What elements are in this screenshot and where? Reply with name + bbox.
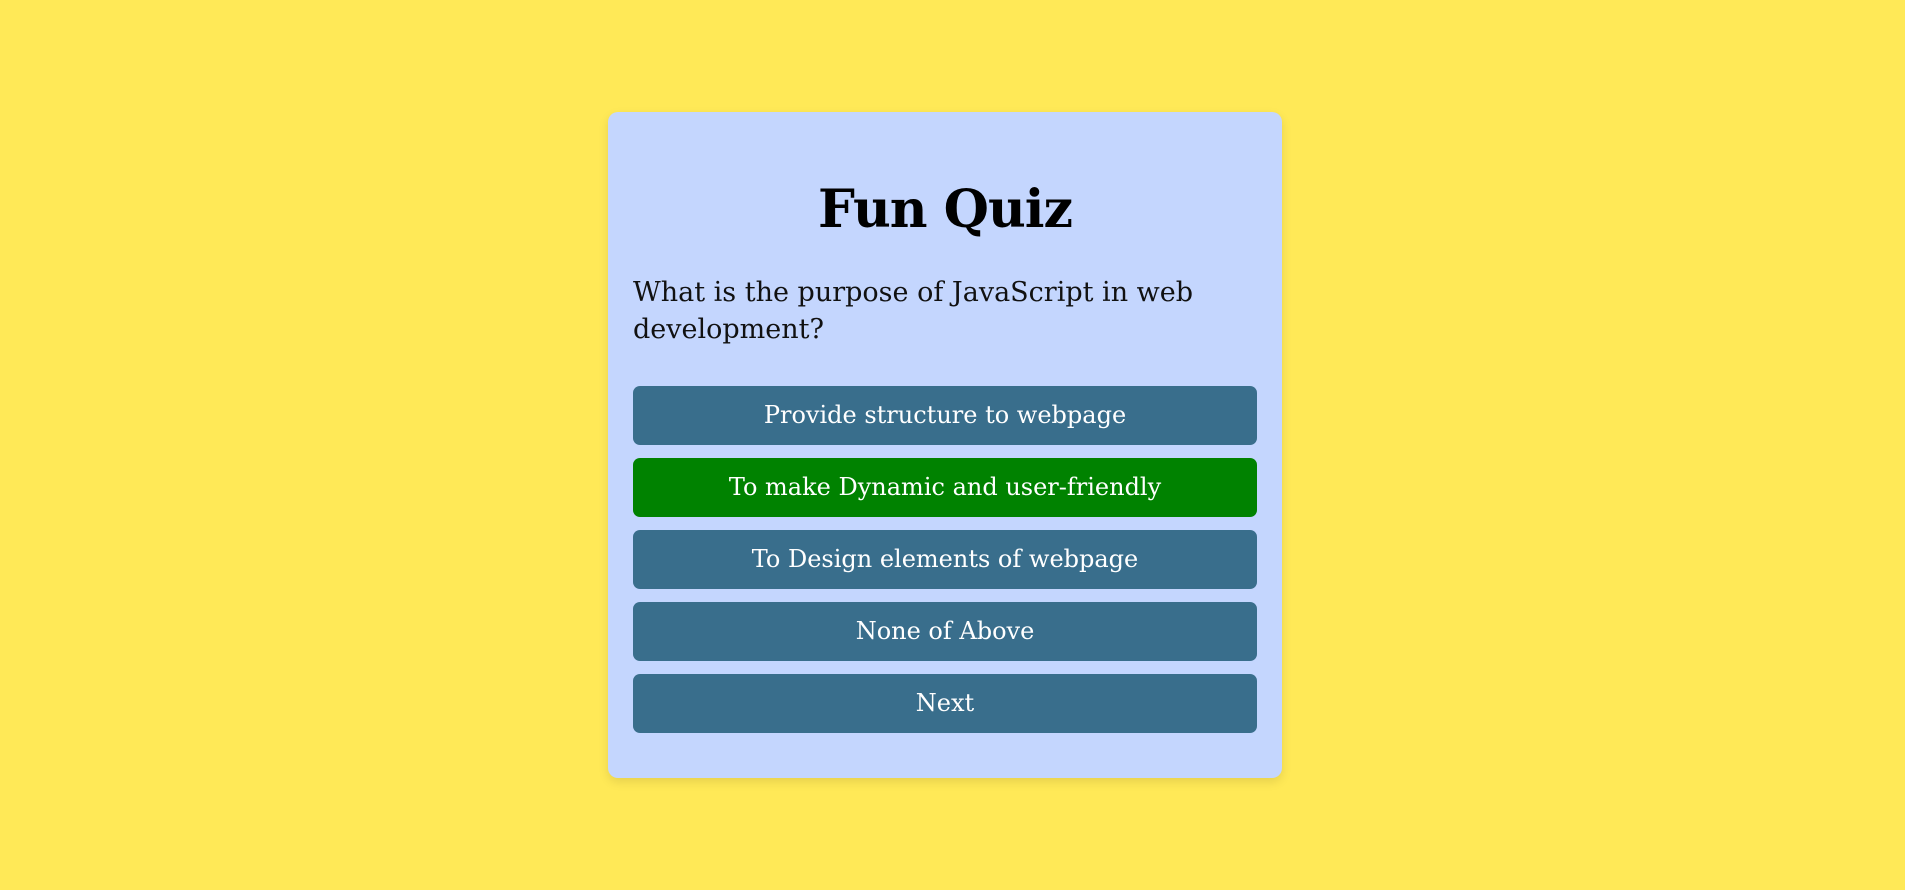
answer-button-4[interactable]: None of Above — [633, 602, 1257, 661]
question-text: What is the purpose of JavaScript in web… — [633, 277, 1194, 345]
answer-button-2[interactable]: To make Dynamic and user-friendly — [633, 458, 1257, 517]
answer-button-3[interactable]: To Design elements of webpage — [633, 530, 1257, 589]
answer-button-1[interactable]: Provide structure to webpage — [633, 386, 1257, 445]
answer-list: Provide structure to webpage To make Dyn… — [633, 386, 1257, 661]
next-button[interactable]: Next — [633, 674, 1257, 733]
quiz-card: Fun Quiz What is the purpose of JavaScri… — [608, 112, 1282, 778]
quiz-title: Fun Quiz — [817, 179, 1073, 240]
